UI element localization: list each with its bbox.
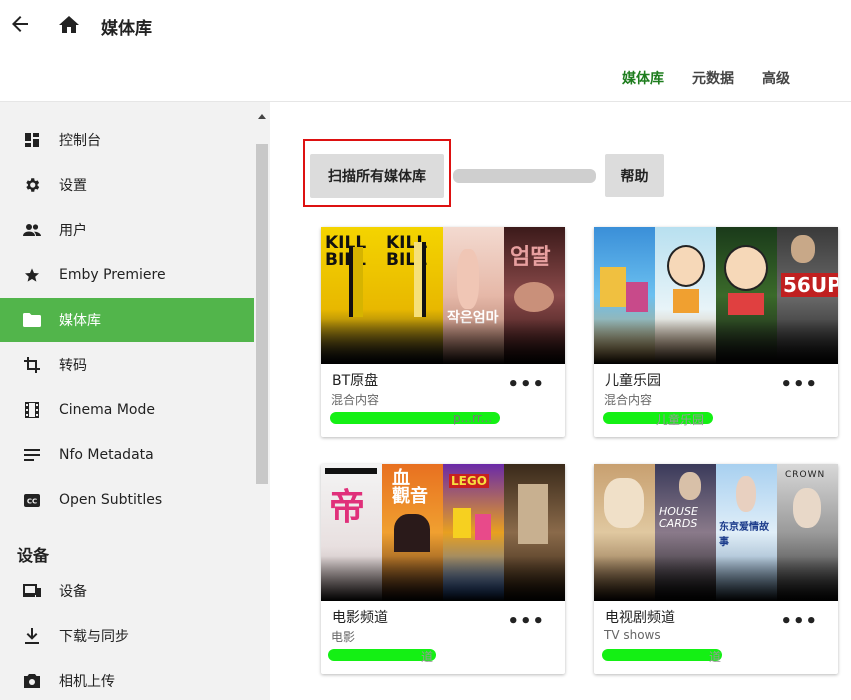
redacted-path (602, 649, 722, 661)
sidebar-item-settings[interactable]: 设置 (0, 163, 254, 207)
poster-image: HOUSE CARDS (655, 464, 716, 601)
scroll-up-arrow-icon[interactable] (258, 114, 266, 119)
poster-image: 东京爱情故事 (716, 464, 777, 601)
sidebar-item-emby-premiere[interactable]: Emby Premiere (0, 253, 254, 297)
sidebar-item-users[interactable]: 用户 (0, 208, 254, 252)
poster-image (655, 227, 716, 364)
library-card-image: KILL BILL KILL BILL 작은엄마 엄딸 (321, 227, 565, 364)
section-header-devices: 设备 (17, 546, 50, 565)
cc-icon: CC (23, 491, 41, 509)
sidebar-item-nfo-metadata[interactable]: Nfo Metadata (0, 433, 254, 477)
star-icon (23, 266, 41, 284)
sidebar-item-label: 相机上传 (59, 674, 115, 690)
sidebar-item-label: 媒体库 (59, 313, 101, 329)
poster-image: 작은엄마 (443, 227, 504, 364)
library-card-image: 56UP (594, 227, 838, 364)
sidebar-item-label: Emby Premiere (59, 267, 166, 283)
sidebar-item-label: 控制台 (59, 133, 101, 149)
library-path: 道 (709, 650, 722, 664)
sidebar-item-transcode[interactable]: 转码 (0, 343, 254, 387)
sidebar-item-label: 设置 (59, 178, 87, 194)
poster-image (716, 227, 777, 364)
library-title: 儿童乐园 (605, 373, 661, 389)
scan-all-libraries-button[interactable]: 扫描所有媒体库 (310, 154, 444, 198)
help-button[interactable]: 帮助 (605, 154, 664, 197)
poster-image: 血觀音 (382, 464, 443, 601)
library-title: 电视剧频道 (605, 610, 675, 626)
back-arrow-icon[interactable] (8, 12, 32, 36)
sidebar-item-cinema-mode[interactable]: Cinema Mode (0, 388, 254, 432)
tab-advanced[interactable]: 高级 (762, 68, 790, 88)
more-options-icon[interactable]: ••• (780, 613, 818, 631)
library-card-movies[interactable]: 帝 血觀音 LEGO 电影频道 电影 ••• 道 (321, 464, 565, 674)
library-type: 混合内容 (331, 393, 380, 407)
poster-image: 56UP (777, 227, 838, 364)
devices-icon (23, 582, 41, 600)
poster-image: KILL BILL (382, 227, 443, 364)
library-card-image: 帝 血觀音 LEGO (321, 464, 565, 601)
poster-image: KILL BILL (321, 227, 382, 364)
library-path: p...rr... (453, 411, 493, 425)
film-icon (23, 401, 41, 419)
library-path: 道 (421, 650, 434, 664)
poster-image: 帝 (321, 464, 382, 601)
sidebar-item-dashboard[interactable]: 控制台 (0, 118, 254, 162)
redacted-path (328, 649, 436, 661)
library-card-image: HOUSE CARDS 东京爱情故事 CROWN (594, 464, 838, 601)
svg-text:CC: CC (27, 497, 37, 505)
tab-metadata[interactable]: 元数据 (692, 68, 734, 88)
more-options-icon[interactable]: ••• (780, 376, 818, 394)
header-tabs: 媒体库 元数据 高级 (622, 68, 818, 88)
library-card-kids[interactable]: 56UP 儿童乐园 混合内容 ••• 儿童乐园 (594, 227, 838, 437)
people-icon (23, 221, 41, 239)
lines-icon (23, 446, 41, 464)
sidebar: 控制台 设置 用户 Emby Premiere 媒体库 转码 Cinema Mo… (0, 102, 270, 700)
library-type: TV shows (604, 628, 661, 642)
library-title: BT原盘 (332, 373, 379, 389)
tab-library[interactable]: 媒体库 (622, 68, 664, 88)
poster-image (504, 464, 565, 601)
download-icon (23, 627, 41, 645)
camera-icon (23, 672, 41, 690)
folder-icon (23, 311, 41, 329)
library-card-tv[interactable]: HOUSE CARDS 东京爱情故事 CROWN 电视剧频道 TV shows •… (594, 464, 838, 674)
library-type: 电影 (331, 630, 356, 644)
sidebar-item-library[interactable]: 媒体库 (0, 298, 254, 342)
library-type: 混合内容 (604, 393, 653, 407)
page-title: 媒体库 (101, 19, 152, 39)
poster-image: LEGO (443, 464, 504, 601)
more-options-icon[interactable]: ••• (507, 613, 545, 631)
dashboard-icon (23, 131, 41, 149)
poster-image: CROWN (777, 464, 838, 601)
library-path: 儿童乐园 (656, 413, 705, 427)
sidebar-scrollbar[interactable] (256, 144, 268, 484)
crop-icon (23, 356, 41, 374)
gear-icon (23, 176, 41, 194)
sidebar-item-label: 下载与同步 (59, 629, 129, 645)
library-title: 电影频道 (332, 610, 388, 626)
sidebar-item-open-subtitles[interactable]: CC Open Subtitles (0, 478, 254, 522)
poster-image (594, 464, 655, 601)
sidebar-item-devices[interactable]: 设备 (0, 569, 254, 613)
sidebar-item-label: Open Subtitles (59, 492, 163, 508)
sidebar-item-camera-upload[interactable]: 相机上传 (0, 659, 254, 700)
sidebar-item-download-sync[interactable]: 下载与同步 (0, 614, 254, 658)
poster-image: 엄딸 (504, 227, 565, 364)
top-header: 媒体库 媒体库 元数据 高级 (0, 0, 851, 102)
sidebar-item-label: Cinema Mode (59, 402, 155, 418)
sidebar-item-label: 转码 (59, 358, 87, 374)
sidebar-item-label: Nfo Metadata (59, 447, 154, 463)
sidebar-item-label: 用户 (59, 223, 87, 239)
home-icon[interactable] (57, 13, 81, 37)
library-card-bt[interactable]: KILLBILL KILLBILL 작은엄마 엄딸 BT原盘 混合内容 •• (321, 227, 565, 437)
poster-image (594, 227, 655, 364)
progress-placeholder-bar (453, 169, 596, 183)
more-options-icon[interactable]: ••• (507, 376, 545, 394)
main-content: 扫描所有媒体库 帮助 KILL BILL KILL BILL 작은엄마 엄딸 B… (270, 102, 851, 700)
sidebar-item-label: 设备 (59, 584, 87, 600)
